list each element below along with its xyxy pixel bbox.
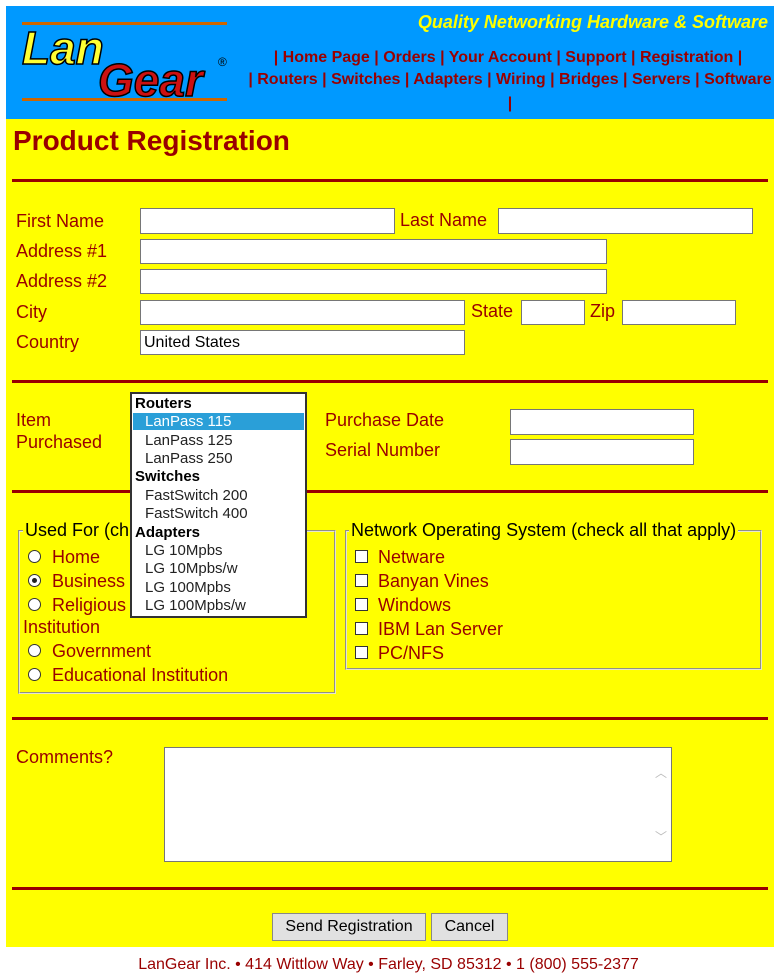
svg-text:Gear: Gear	[98, 54, 205, 106]
address2-label: Address #2	[16, 271, 108, 291]
listbox-item-lanpass-115[interactable]: LanPass 115	[133, 413, 304, 430]
nav-home-page[interactable]: Home Page	[283, 49, 370, 66]
serial-number-label: Serial Number	[325, 440, 441, 460]
purchase-date-label: Purchase Date	[325, 410, 445, 430]
purchased-label: Purchased	[16, 432, 103, 452]
checkbox-ibm-lan-server[interactable]	[355, 622, 368, 635]
country-field[interactable]	[140, 330, 465, 355]
scroll-up-icon[interactable]: ︿	[655, 764, 667, 781]
address1-field[interactable]	[140, 239, 607, 264]
listbox-item-lanpass-125[interactable]: LanPass 125	[133, 432, 304, 449]
svg-text:®: ®	[218, 55, 227, 69]
option-educational-label: Educational Institution	[52, 665, 229, 685]
listbox-item-lg-100mpbs-w[interactable]: LG 100Mpbs/w	[133, 597, 304, 614]
first-name-field[interactable]	[140, 208, 395, 234]
listbox-group-adapters: Adapters	[135, 524, 201, 541]
zip-field[interactable]	[622, 300, 736, 325]
nav-secondary: | Routers | Switches | Adapters | Wiring…	[248, 71, 772, 88]
city-label: City	[16, 302, 47, 322]
nav-servers[interactable]: Servers	[632, 71, 691, 88]
option-netware-label: Netware	[378, 547, 446, 567]
divider	[12, 887, 768, 890]
footer-address: LanGear Inc. • 414 Wittlow Way • Farley,…	[138, 956, 639, 973]
option-business-label: Business	[52, 571, 126, 591]
state-field[interactable]	[521, 300, 585, 325]
divider	[12, 380, 768, 383]
radio-business[interactable]	[28, 574, 41, 587]
option-home-label: Home	[52, 547, 101, 567]
nav-adapters[interactable]: Adapters	[413, 71, 482, 88]
checkbox-netware[interactable]	[355, 550, 368, 563]
nav-switches[interactable]: Switches	[331, 71, 400, 88]
tagline: Quality Networking Hardware & Software	[417, 12, 768, 32]
nav-primary: | Home Page | Orders | Your Account | Su…	[273, 49, 743, 66]
listbox-item-lg-100mpbs[interactable]: LG 100Mpbs	[133, 579, 304, 596]
serial-number-field[interactable]	[510, 439, 694, 465]
nav-trailing-separator: |	[507, 95, 513, 112]
registration-panel: Product Registration First Name Last Nam…	[6, 119, 774, 947]
address2-field[interactable]	[140, 269, 607, 294]
option-banyan-vines-label: Banyan Vines	[378, 571, 489, 591]
option-institution-label: Institution	[23, 617, 101, 637]
item-purchased-listbox[interactable]: Routers LanPass 115 LanPass 125 LanPass …	[130, 392, 307, 618]
option-pc-nfs-label: PC/NFS	[378, 643, 445, 663]
purchase-date-field[interactable]	[510, 409, 694, 435]
radio-educational-institution[interactable]	[28, 668, 41, 681]
option-religious-label: Religious	[52, 595, 127, 615]
checkbox-pc-nfs[interactable]	[355, 646, 368, 659]
divider	[12, 717, 768, 720]
item-label: Item	[16, 410, 52, 430]
listbox-group-switches: Switches	[135, 468, 201, 485]
send-registration-button[interactable]: Send Registration	[272, 913, 426, 941]
divider	[12, 490, 768, 493]
option-windows-label: Windows	[378, 595, 452, 615]
option-government-label: Government	[52, 641, 152, 661]
option-ibm-lan-server-label: IBM Lan Server	[378, 619, 504, 639]
used-for-legend: Used For (ch	[23, 520, 132, 541]
checkbox-banyan-vines[interactable]	[355, 574, 368, 587]
listbox-item-lg-10mpbs-w[interactable]: LG 10Mpbs/w	[133, 560, 304, 577]
page-title: Product Registration	[13, 125, 290, 156]
listbox-item-fastswitch-400[interactable]: FastSwitch 400	[133, 505, 304, 522]
address1-label: Address #1	[16, 241, 108, 261]
listbox-group-routers: Routers	[135, 395, 192, 412]
divider	[12, 179, 768, 182]
nav-software[interactable]: Software	[704, 71, 772, 88]
cancel-button[interactable]: Cancel	[431, 913, 508, 941]
nav-your-account[interactable]: Your Account	[449, 49, 552, 66]
listbox-item-lg-10mpbs[interactable]: LG 10Mpbs	[133, 542, 304, 559]
listbox-item-fastswitch-200[interactable]: FastSwitch 200	[133, 487, 304, 504]
last-name-field[interactable]	[498, 208, 753, 234]
nav-orders[interactable]: Orders	[383, 49, 435, 66]
state-label: State	[471, 301, 514, 321]
nav-support[interactable]: Support	[565, 49, 626, 66]
last-name-label: Last Name	[400, 210, 488, 230]
nav-bridges[interactable]: Bridges	[559, 71, 619, 88]
scroll-down-icon[interactable]: ﹀	[655, 828, 667, 845]
first-name-label: First Name	[16, 211, 105, 231]
nos-legend: Network Operating System (check all that…	[349, 520, 739, 541]
nav-registration[interactable]: Registration	[640, 49, 733, 66]
radio-religious-institution[interactable]	[28, 598, 41, 611]
site-header: Lan Gear ® Quality Networking Hardware &…	[6, 6, 774, 119]
listbox-item-lanpass-250[interactable]: LanPass 250	[133, 450, 304, 467]
comments-label: Comments?	[16, 747, 114, 767]
checkbox-windows[interactable]	[355, 598, 368, 611]
radio-home[interactable]	[28, 550, 41, 563]
nav-wiring[interactable]: Wiring	[496, 71, 546, 88]
nav-routers[interactable]: Routers	[257, 71, 317, 88]
zip-label: Zip	[590, 301, 616, 321]
comments-textarea[interactable]: ︿ ﹀	[164, 747, 672, 862]
city-field[interactable]	[140, 300, 465, 325]
radio-government[interactable]	[28, 644, 41, 657]
country-label: Country	[16, 332, 80, 352]
